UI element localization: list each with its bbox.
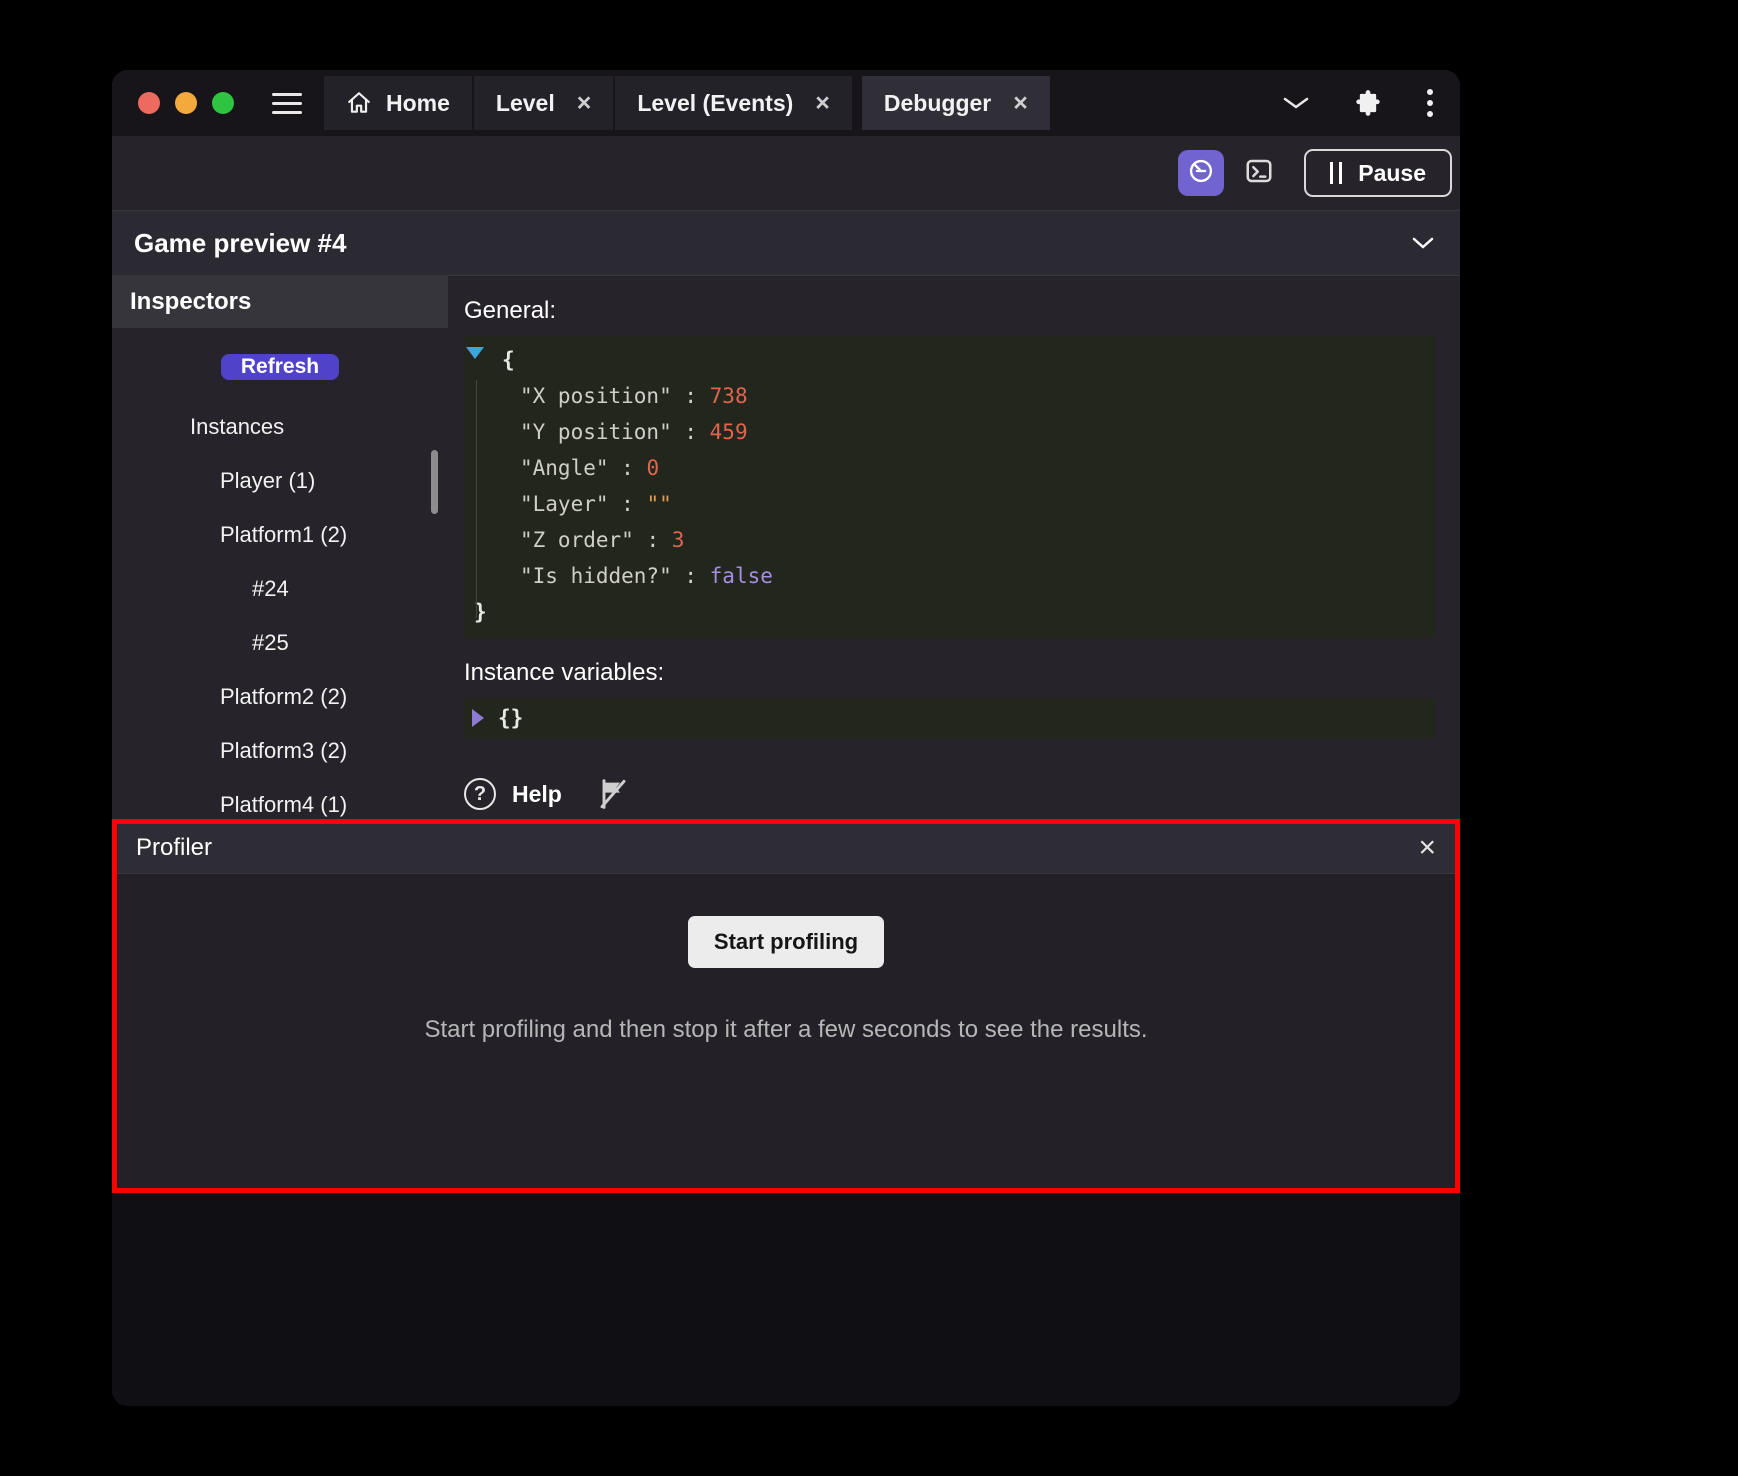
titlebar: Home Level × Level (Events) × Debugger × (112, 70, 1460, 136)
tab-label: Home (386, 89, 450, 116)
profiler-panel: Profiler × Start profiling Start profili… (112, 822, 1460, 1190)
tab-debugger[interactable]: Debugger × (861, 76, 1050, 130)
debugger-content: Inspectors Refresh Instances Player (1) … (112, 276, 1460, 822)
pause-button-label: Pause (1358, 159, 1426, 186)
tab-bar: Home Level × Level (Events) × Debugger × (324, 76, 1052, 130)
json-property: "Layer" : "" (520, 492, 672, 516)
sidebar-item-instance-25[interactable]: #25 (112, 616, 448, 670)
json-property: "Is hidden?" : false (520, 564, 773, 588)
window-controls (138, 92, 234, 114)
sidebar-title: Inspectors (112, 276, 448, 328)
property-value: "" (646, 492, 672, 516)
general-json-tree: { "X position" : 738 "Y position" : 459 … (464, 336, 1436, 638)
close-icon[interactable]: × (815, 90, 830, 116)
property-value: 459 (709, 420, 748, 444)
close-icon[interactable]: × (1013, 90, 1028, 116)
chevron-down-icon[interactable] (1282, 95, 1310, 111)
main-menu-icon[interactable] (272, 92, 302, 114)
preview-header: Game preview #4 (112, 210, 1460, 276)
property-value: false (709, 564, 773, 588)
profiler-body: Start profiling Start profiling and then… (112, 874, 1460, 1190)
close-icon[interactable]: × (1418, 832, 1436, 863)
inspector-tree: Instances Player (1) Platform1 (2) #24 #… (112, 400, 448, 822)
sidebar-item-platform1[interactable]: Platform1 (2) (112, 508, 448, 562)
pause-button[interactable]: Pause (1304, 149, 1452, 197)
expand-triangle-icon[interactable] (472, 709, 484, 727)
kebab-menu-icon[interactable] (1426, 88, 1434, 118)
window-minimize-button[interactable] (175, 92, 197, 114)
property-value: 738 (709, 384, 748, 408)
sidebar-item-instances[interactable]: Instances (112, 400, 448, 454)
sidebar-item-platform2[interactable]: Platform2 (2) (112, 670, 448, 724)
sidebar-item-instance-24[interactable]: #24 (112, 562, 448, 616)
pause-icon (1330, 162, 1343, 184)
console-icon (1244, 156, 1274, 191)
titlebar-actions (1282, 88, 1434, 118)
tab-label: Level (Events) (637, 89, 794, 116)
property-value: 3 (671, 528, 685, 552)
instance-variables-value: {} (498, 706, 524, 730)
close-icon[interactable]: × (577, 90, 592, 116)
tab-level[interactable]: Level × (473, 76, 614, 130)
json-property: "X position" : 738 (520, 384, 748, 408)
app-window: Home Level × Level (Events) × Debugger × (112, 70, 1460, 1406)
general-label: General: (464, 297, 557, 324)
property-value: 0 (646, 456, 660, 480)
tab-label: Level (495, 89, 555, 116)
flag-off-icon[interactable] (596, 778, 628, 810)
instance-variables-tree: {} (464, 698, 1436, 738)
window-bottom-area (112, 1190, 1460, 1406)
profiler-gauge-button[interactable] (1178, 150, 1225, 196)
collapse-chevron-icon[interactable] (1412, 236, 1434, 250)
window-close-button[interactable] (138, 92, 160, 114)
tab-home[interactable]: Home (324, 76, 472, 130)
instance-variables-label: Instance variables: (464, 659, 665, 686)
brace-open: { (502, 348, 515, 372)
sidebar-item-platform4[interactable]: Platform4 (1) (112, 778, 448, 822)
sidebar-item-player[interactable]: Player (1) (112, 454, 448, 508)
tab-label: Debugger (883, 89, 992, 116)
json-property: "Angle" : 0 (520, 456, 660, 480)
help-label: Help (512, 780, 562, 807)
gauge-icon (1187, 157, 1215, 190)
refresh-button[interactable]: Refresh (221, 354, 339, 380)
sidebar-scrollbar[interactable] (431, 450, 438, 514)
tab-level-events[interactable]: Level (Events) × (615, 76, 852, 130)
inspector-panel: General: { "X position" : 738 "Y positio… (448, 276, 1460, 822)
console-button[interactable] (1238, 152, 1280, 194)
json-property: "Z order" : 3 (520, 528, 685, 552)
inspectors-sidebar: Inspectors Refresh Instances Player (1) … (112, 276, 448, 822)
sidebar-item-platform3[interactable]: Platform3 (2) (112, 724, 448, 778)
profiler-header: Profiler × (112, 822, 1460, 874)
profiler-hint: Start profiling and then stop it after a… (424, 1016, 1148, 1043)
home-icon (346, 90, 372, 116)
window-zoom-button[interactable] (212, 92, 234, 114)
help-button[interactable]: ? Help (464, 778, 562, 810)
help-icon: ? (464, 778, 496, 810)
extensions-puzzle-icon[interactable] (1354, 89, 1382, 117)
preview-title: Game preview #4 (134, 227, 347, 258)
start-profiling-button[interactable]: Start profiling (687, 916, 885, 968)
help-row: ? Help (464, 778, 1436, 810)
profiler-title: Profiler (136, 833, 213, 861)
json-property: "Y position" : 459 (520, 420, 748, 444)
debugger-toolbar: Pause (112, 136, 1460, 210)
indent-guide (476, 380, 477, 618)
